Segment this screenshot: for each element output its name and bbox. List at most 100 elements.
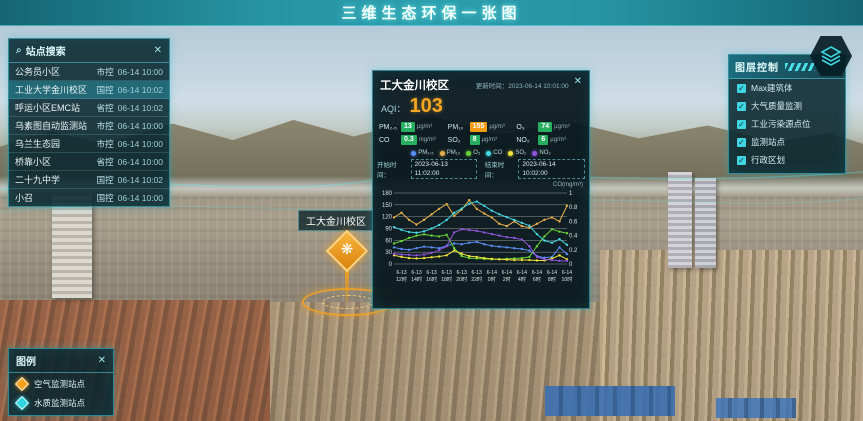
start-time-label: 开始时间： xyxy=(377,159,409,179)
svg-text:0: 0 xyxy=(569,262,573,268)
chart-legend-item[interactable]: O₃ xyxy=(466,150,480,156)
chart-legend-item[interactable]: NO₂ xyxy=(532,150,550,156)
station-row[interactable]: 乌素图自动监测站市控06-14 10:00 xyxy=(9,117,169,135)
legend-color-dot xyxy=(411,151,416,156)
layer-checkbox[interactable]: ✓ xyxy=(737,156,746,165)
legend-panel-title: 图例 xyxy=(16,353,94,368)
svg-text:180: 180 xyxy=(382,191,393,197)
layer-item[interactable]: ✓Max建筑体 xyxy=(729,79,845,97)
pollutant-unit: μg/m³ xyxy=(554,124,569,130)
aqi-label: AQI： xyxy=(381,102,406,115)
svg-text:6-14: 6-14 xyxy=(502,270,512,276)
station-row[interactable]: 乌兰生态园市控06-14 10:00 xyxy=(9,135,169,153)
end-time-input[interactable]: 2023-06-14 10:02:00 xyxy=(518,159,585,179)
station-row[interactable]: 桥靠小区省控06-14 10:00 xyxy=(9,153,169,171)
chart-legend-item[interactable]: PM₁₀ xyxy=(440,150,461,156)
layer-checkbox[interactable]: ✓ xyxy=(737,138,746,147)
station-name: 乌素图自动监测站 xyxy=(15,119,93,132)
legend-panel-header: 图例 ✕ xyxy=(9,349,113,373)
page-title: 三维生态环保一张图 xyxy=(341,2,521,23)
layer-panel-title: 图层控制 xyxy=(735,59,779,74)
station-name: 工业大学金川校区 xyxy=(15,83,93,96)
header-stripes-decoration xyxy=(785,63,815,71)
station-update-time: 06-14 10:00 xyxy=(118,139,163,149)
layer-item[interactable]: ✓大气质量监测 xyxy=(729,97,845,115)
station-search-panel: ⌕ 站点搜索 ✕ 公务员小区市控06-14 10:00工业大学金川校区国控06-… xyxy=(8,38,170,207)
station-row[interactable]: 工业大学金川校区国控 06-14 10:02 xyxy=(9,81,169,99)
layer-label: 行政区划 xyxy=(751,154,785,166)
end-time-group: 结束时间： 2023-06-14 10:02:00 xyxy=(485,159,585,179)
station-update-time: 06-14 10:02 xyxy=(118,103,163,113)
svg-text:6-14: 6-14 xyxy=(532,270,542,276)
svg-text:6时: 6时 xyxy=(533,275,541,283)
station-detail-popup: 工大金川校区 更新时间：2023-06-14 10:01:00 ✕ AQI： 1… xyxy=(372,70,590,309)
station-name: 二十九中学 xyxy=(15,173,93,186)
legend-item-label: 水质监测站点 xyxy=(34,397,85,409)
aqi-row: AQI： 103 xyxy=(373,95,589,118)
layer-checkbox[interactable]: ✓ xyxy=(737,120,746,129)
pollutant-name: NO₂ xyxy=(516,137,536,144)
tall-building-left xyxy=(52,196,92,298)
svg-text:6-13: 6-13 xyxy=(472,270,482,276)
right-axis-label: CO(mg/m³) xyxy=(373,181,589,188)
layer-checkbox[interactable]: ✓ xyxy=(737,102,746,111)
map-marker-label[interactable]: 工大金川校区 xyxy=(298,210,374,231)
chart-legend-item[interactable]: PM₂.₅ xyxy=(411,150,433,156)
start-time-input[interactable]: 2023-06-13 11:02:00 xyxy=(411,159,477,179)
blue-roof-factory-2 xyxy=(716,398,796,418)
station-level: 国控 xyxy=(97,192,114,204)
station-row[interactable]: 二十九中学国控06-14 10:02 xyxy=(9,171,169,189)
pollutant-value-badge: 0.3 xyxy=(401,135,417,145)
search-icon[interactable]: ⌕ xyxy=(16,45,22,56)
station-row[interactable]: 呼运小区EMC站省控06-14 10:02 xyxy=(9,99,169,117)
svg-text:6-14: 6-14 xyxy=(487,270,497,276)
legend-close-icon[interactable]: ✕ xyxy=(98,356,106,366)
svg-text:0.2: 0.2 xyxy=(569,248,578,254)
svg-text:90: 90 xyxy=(385,227,392,233)
pollutant-unit: μg/m³ xyxy=(482,137,497,143)
pollutant-cell: CO0.3mg/m³ xyxy=(379,135,446,145)
station-name: 桥靠小区 xyxy=(15,155,93,168)
pollutant-name: O₃ xyxy=(516,124,536,131)
station-update-time: 06-14 10:02 xyxy=(118,85,163,95)
pollutant-name: PM₁₀ xyxy=(448,124,468,131)
pollutant-value-badge: 8 xyxy=(470,135,480,145)
legend-series-label: SO₂ xyxy=(515,150,526,156)
tall-tower-right-1 xyxy=(668,172,692,268)
legend-item: 空气监测站点 xyxy=(9,373,113,392)
legend-color-dot xyxy=(486,151,491,156)
layer-item[interactable]: ✓工业污染源点位 xyxy=(729,115,845,133)
layer-item[interactable]: ✓ 行政区划 xyxy=(729,151,845,169)
svg-text:0时: 0时 xyxy=(488,275,496,283)
svg-text:6-14: 6-14 xyxy=(517,270,527,276)
pollutant-name: PM₂.₅ xyxy=(379,124,399,131)
svg-text:6-13: 6-13 xyxy=(426,270,436,276)
svg-text:6-14: 6-14 xyxy=(547,270,557,276)
map-legend-panel: 图例 ✕ 空气监测站点水质监测站点 xyxy=(8,348,114,416)
chart-legend-item[interactable]: CO xyxy=(486,150,502,156)
close-icon[interactable]: ✕ xyxy=(154,46,162,56)
layer-item[interactable]: ✓监测站点 xyxy=(729,133,845,151)
popup-update-time: 更新时间：2023-06-14 10:01:00 xyxy=(454,77,569,90)
svg-text:0: 0 xyxy=(389,262,393,268)
svg-text:120: 120 xyxy=(382,215,393,221)
legend-item-list: 空气监测站点水质监测站点 xyxy=(9,373,113,411)
svg-text:16时: 16时 xyxy=(426,275,437,283)
pollutant-trend-chart[interactable]: 030609012015018000.20.40.60.816-1312时6-1… xyxy=(373,188,589,308)
popup-close-icon[interactable]: ✕ xyxy=(574,77,582,87)
station-row[interactable]: 小召国控06-14 10:00 xyxy=(9,189,169,206)
pollutant-unit: μg/m³ xyxy=(489,124,504,130)
chart-legend-item[interactable]: SO₂ xyxy=(508,150,526,156)
legend-item: 水质监测站点 xyxy=(9,392,113,411)
pollutant-value-badge: 155 xyxy=(470,122,488,132)
chart-legend: PM₂.₅ PM₁₀ O₃ CO SO₂ NO₂ xyxy=(373,147,589,157)
station-row[interactable]: 公务员小区市控06-14 10:00 xyxy=(9,63,169,81)
svg-text:8时: 8时 xyxy=(548,275,556,283)
svg-text:12时: 12时 xyxy=(396,275,407,283)
station-update-time: 06-14 10:00 xyxy=(118,121,163,131)
layer-checkbox[interactable]: ✓ xyxy=(737,84,746,93)
station-level: 国控 xyxy=(97,84,114,96)
title-bar: 三维生态环保一张图 xyxy=(0,0,863,26)
pollutant-cell: O₃74μg/m³ xyxy=(516,122,583,132)
station-level: 国控 xyxy=(97,174,114,186)
